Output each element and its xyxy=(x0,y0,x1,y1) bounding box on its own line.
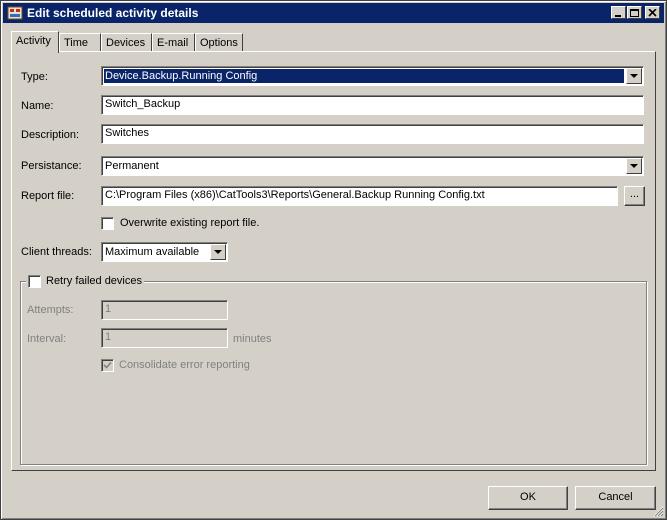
overwrite-checkbox[interactable] xyxy=(101,217,114,230)
interval-label: Interval: xyxy=(27,333,67,345)
attempts-input[interactable]: 1 xyxy=(101,300,228,320)
close-button[interactable] xyxy=(645,6,660,19)
description-label: Description: xyxy=(21,129,80,141)
description-input[interactable]: Switches xyxy=(101,124,644,144)
persistance-value: Permanent xyxy=(105,160,159,172)
retry-legend: Retry failed devices xyxy=(26,274,144,289)
name-label: Name: xyxy=(21,100,54,112)
activity-panel: Type: Device.Backup.Running Config Name:… xyxy=(11,51,656,471)
tab-time[interactable]: Time xyxy=(59,33,101,51)
maximize-button[interactable] xyxy=(627,6,642,19)
persistance-dropdown-arrow[interactable] xyxy=(626,158,642,174)
persistance-label: Persistance: xyxy=(21,160,82,172)
client-threads-label: Client threads: xyxy=(21,246,92,258)
title-bar: Edit scheduled activity details xyxy=(3,3,664,23)
dialog-window: Edit scheduled activity details Activity… xyxy=(0,0,667,520)
resize-grip-icon[interactable] xyxy=(653,506,664,517)
interval-unit-label: minutes xyxy=(233,333,272,345)
tab-devices[interactable]: Devices xyxy=(101,33,152,51)
tab-activity[interactable]: Activity xyxy=(11,31,59,53)
persistance-select[interactable]: Permanent xyxy=(101,156,644,176)
type-dropdown-arrow[interactable] xyxy=(626,68,642,84)
retry-label: Retry failed devices xyxy=(46,275,142,287)
tab-options[interactable]: Options xyxy=(195,33,243,51)
tab-email[interactable]: E-mail xyxy=(152,33,195,51)
report-file-input[interactable]: C:\Program Files (x86)\CatTools3\Reports… xyxy=(101,186,618,206)
check-mark-icon xyxy=(103,361,112,369)
retry-checkbox[interactable] xyxy=(28,275,41,288)
type-select[interactable]: Device.Backup.Running Config xyxy=(101,66,644,86)
minimize-button[interactable] xyxy=(611,6,626,19)
ok-button[interactable]: OK xyxy=(488,486,568,510)
app-icon xyxy=(7,5,23,21)
report-file-label: Report file: xyxy=(21,190,75,202)
interval-input[interactable]: 1 xyxy=(101,328,228,348)
cancel-button[interactable]: Cancel xyxy=(575,486,656,510)
type-label: Type: xyxy=(21,71,48,83)
client-threads-select[interactable]: Maximum available xyxy=(101,242,228,262)
browse-button[interactable]: ... xyxy=(624,186,645,206)
client-threads-dropdown-arrow[interactable] xyxy=(210,244,226,260)
consolidate-label: Consolidate error reporting xyxy=(119,359,250,371)
window-title: Edit scheduled activity details xyxy=(27,6,199,20)
overwrite-label: Overwrite existing report file. xyxy=(120,217,260,229)
name-input[interactable]: Switch_Backup xyxy=(101,95,644,115)
client-threads-value: Maximum available xyxy=(105,246,200,258)
attempts-label: Attempts: xyxy=(27,304,74,316)
consolidate-checkbox[interactable] xyxy=(101,359,114,372)
type-value: Device.Backup.Running Config xyxy=(104,69,624,83)
